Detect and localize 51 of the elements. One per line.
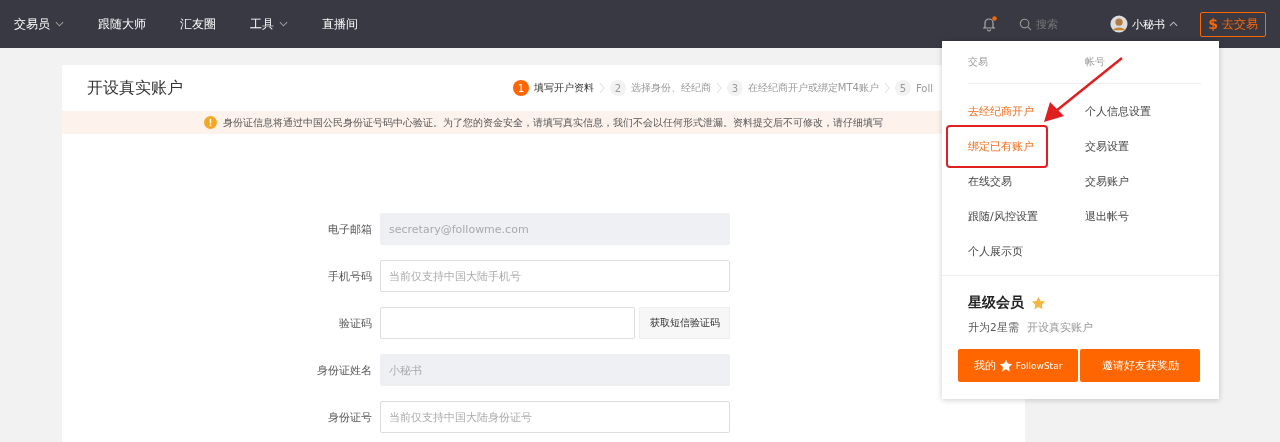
nav-link[interactable]: 汇友圈: [180, 15, 216, 33]
menu-heading: 交易: [968, 41, 1085, 84]
chevron-right-icon: [883, 82, 890, 94]
nav-link[interactable]: 交易员: [14, 15, 64, 33]
menu-item[interactable]: 个人信息设置: [1084, 94, 1151, 129]
avatar-icon: [1110, 15, 1129, 33]
field-label: 手机号码: [327, 268, 373, 284]
nav-link[interactable]: 跟随大师: [98, 15, 146, 33]
trade-button[interactable]: $ 去交易: [1200, 11, 1266, 37]
chevron-down-icon: [279, 21, 288, 27]
field-label: 身份证号: [327, 409, 373, 425]
menu-heading: 帐号: [1058, 41, 1201, 84]
chevron-down-icon: [55, 21, 64, 27]
input-field[interactable]: 当前仅支持中国大陆身份证号: [380, 401, 730, 433]
input-field[interactable]: 当前仅支持中国大陆手机号: [380, 260, 730, 292]
menu-item[interactable]: 退出帐号: [1084, 199, 1129, 234]
task-text: 开设真实账户: [1026, 321, 1093, 335]
step-number: 3: [726, 80, 743, 96]
search-icon: [1019, 17, 1033, 31]
step-label: 选择身份、经纪商: [630, 81, 711, 95]
user-name: 小秘书: [1132, 16, 1166, 32]
star-icon: [1031, 295, 1046, 311]
page-title: 开设真实账户: [87, 77, 183, 99]
search-field[interactable]: 搜索: [1019, 17, 1071, 31]
notice-text: 身份证信息将通过中国公民身份证号码中心验证。为了您的资金安全，请填写真实信息，我们不会以任何形式泄漏。资料提交后不可修改，请仔细填写: [223, 115, 883, 130]
membership-title: 星级会员: [968, 294, 1024, 312]
field-label: 验证码: [338, 315, 373, 331]
step-number: 5: [894, 80, 911, 96]
step-label: 在经纪商开户或绑定MT4账户: [747, 81, 879, 95]
menu-item[interactable]: 个人展示页: [968, 234, 1023, 269]
step-label: 填写开户资料: [533, 81, 594, 95]
step-label: Foll: [915, 82, 933, 94]
warning-icon: [204, 116, 217, 129]
user-menu-toggle[interactable]: 小秘书: [1110, 15, 1179, 33]
field-label: 电子邮箱: [327, 221, 373, 237]
menu-item[interactable]: 在线交易: [968, 164, 1012, 199]
menu-item[interactable]: 跟随/风控设置: [968, 199, 1038, 234]
star-icon: [998, 358, 1013, 373]
menu-item[interactable]: 交易账户: [1084, 164, 1129, 199]
bell-icon[interactable]: [981, 16, 998, 32]
input-field[interactable]: [380, 307, 635, 339]
nav-link[interactable]: 工具: [250, 15, 288, 33]
step-number: 1: [512, 80, 529, 96]
menu-item[interactable]: 交易设置: [1084, 129, 1129, 164]
get-code-button[interactable]: 获取短信验证码: [639, 307, 730, 339]
requirement-text: 升为2星需: [968, 321, 1019, 335]
chevron-right-icon: [715, 82, 722, 94]
nav-link[interactable]: 直播间: [322, 15, 358, 33]
step-number: 2: [609, 80, 626, 96]
chevron-right-icon: [598, 82, 605, 94]
field-label: 身份证姓名: [316, 362, 373, 378]
